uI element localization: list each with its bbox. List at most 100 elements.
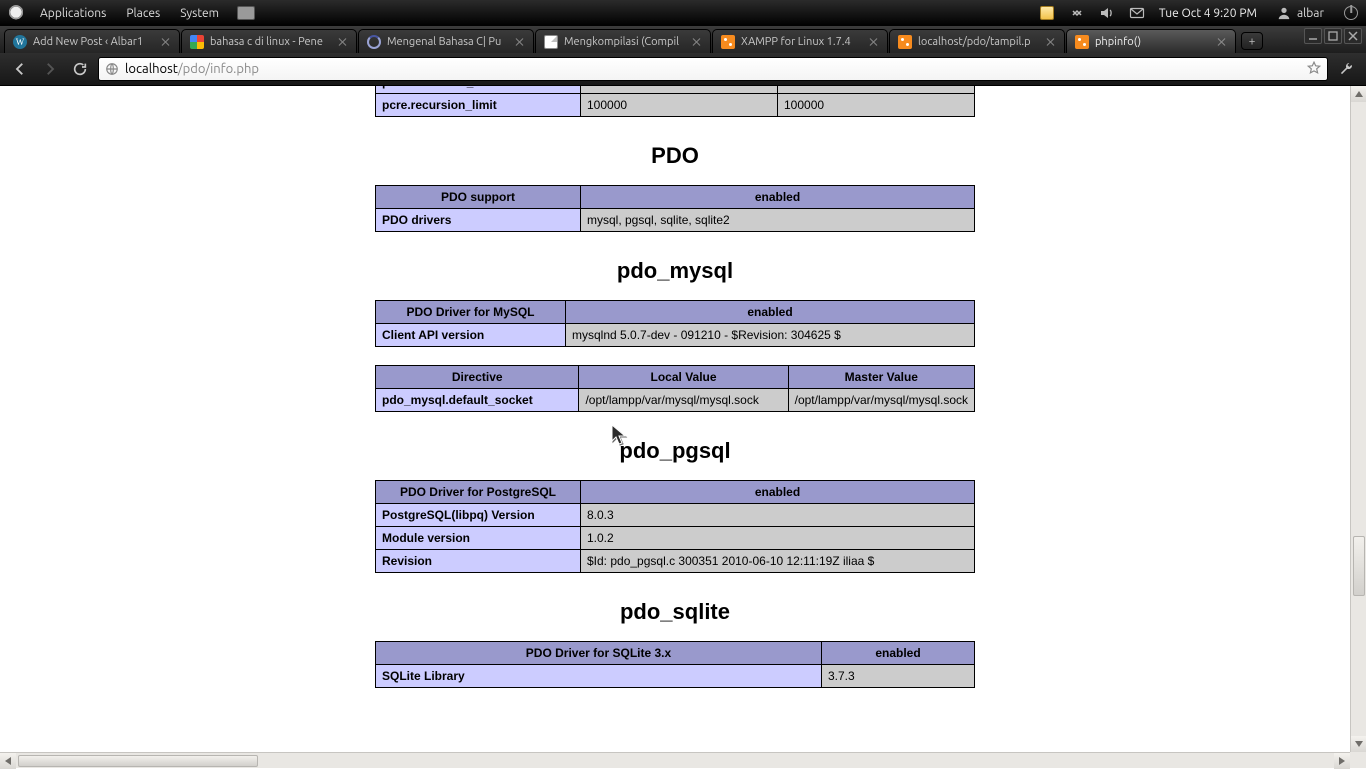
tab-2[interactable]: bahasa c di linux - Pene (181, 29, 357, 53)
close-icon[interactable] (692, 37, 702, 47)
table-header-row: PDO Driver for SQLite 3.x enabled (376, 642, 975, 665)
tab-title: bahasa c di linux - Pene (210, 36, 332, 48)
col-header: Master Value (788, 366, 974, 389)
table-row: pdo_mysql.default_socket /opt/lampp/var/… (376, 389, 975, 412)
file-manager-tray-icon[interactable] (1039, 5, 1055, 21)
tab-4[interactable]: Mengkompilasi (Compil (535, 29, 711, 53)
directive-local: 100000 (581, 94, 778, 117)
col-header: enabled (581, 481, 975, 504)
cell-value: 1.0.2 (581, 527, 975, 550)
horizontal-scrollbar[interactable] (0, 752, 1350, 768)
bookmark-star-icon[interactable] (1307, 61, 1321, 78)
tab-1[interactable]: W Add New Post ‹ Albar1 (4, 29, 180, 53)
scroll-right-button[interactable] (1334, 753, 1350, 769)
mail-tray-icon[interactable] (1129, 5, 1145, 21)
network-tray-icon[interactable] (1069, 5, 1085, 21)
cell-value: $Id: pdo_pgsql.c 300351 2010-06-10 12:11… (581, 550, 975, 573)
user-indicator[interactable]: albar (1271, 6, 1330, 20)
col-header: enabled (566, 301, 975, 324)
menu-applications[interactable]: Applications (30, 7, 116, 20)
desktop-top-panel: Applications Places System Tue Oct 4 9:2… (0, 0, 1366, 26)
google-icon (190, 35, 204, 49)
table-row: PDO drivers mysql, pgsql, sqlite, sqlite… (376, 209, 975, 232)
pdo-mysql-table: PDO Driver for MySQL enabled Client API … (375, 300, 975, 347)
tab-3[interactable]: Mengenal Bahasa C| Pu (358, 29, 534, 53)
window-controls (1304, 28, 1362, 44)
table-row: pcre.recursion_limit 100000 100000 (376, 94, 975, 117)
pdo-mysql-directives-table: Directive Local Value Master Value pdo_m… (375, 365, 975, 412)
tab-title: phpinfo() (1095, 36, 1211, 48)
directive-local: /opt/lampp/var/mysql/mysql.sock (579, 389, 788, 412)
cell-name: PostgreSQL(libpq) Version (376, 504, 581, 527)
spinner-icon (367, 35, 381, 49)
table-row: SQLite Library 3.7.3 (376, 665, 975, 688)
browser-toolbar: localhost/pdo/info.php (0, 53, 1366, 86)
cell-value: mysql, pgsql, sqlite, sqlite2 (581, 209, 975, 232)
close-icon[interactable] (1046, 37, 1056, 47)
scrollbar-corner (1350, 752, 1366, 768)
window-close-button[interactable] (1344, 28, 1362, 44)
pdo-pgsql-table: PDO Driver for PostgreSQL enabled Postgr… (375, 480, 975, 573)
table-row: pcre.backtrack_limit 100000 100000 (376, 86, 975, 94)
cell-name: SQLite Library (376, 665, 822, 688)
scroll-down-button[interactable] (1351, 736, 1366, 752)
vertical-scroll-thumb[interactable] (1353, 536, 1365, 596)
back-button[interactable] (8, 57, 32, 81)
cell-name: PDO drivers (376, 209, 581, 232)
tab-title: localhost/pdo/tampil.p (918, 36, 1040, 48)
close-icon[interactable] (161, 37, 171, 47)
cell-name: Client API version (376, 324, 566, 347)
close-icon[interactable] (515, 37, 525, 47)
volume-tray-icon[interactable] (1099, 5, 1115, 21)
window-maximize-button[interactable] (1324, 28, 1342, 44)
menu-system[interactable]: System (170, 7, 229, 20)
close-icon[interactable] (1217, 37, 1227, 47)
section-heading-pdo-sqlite: pdo_sqlite (620, 599, 730, 625)
window-minimize-button[interactable] (1304, 28, 1322, 44)
url-host: localhost (125, 62, 178, 76)
table-header-row: PDO support enabled (376, 186, 975, 209)
tab-6[interactable]: localhost/pdo/tampil.p (889, 29, 1065, 53)
horizontal-scroll-thumb[interactable] (18, 755, 258, 767)
directive-name: pdo_mysql.default_socket (376, 389, 579, 412)
cell-name: Module version (376, 527, 581, 550)
col-header: Local Value (579, 366, 788, 389)
scroll-left-button[interactable] (0, 753, 16, 769)
clock[interactable]: Tue Oct 4 9:20 PM (1159, 7, 1257, 20)
col-header: PDO Driver for SQLite 3.x (376, 642, 822, 665)
scroll-up-button[interactable] (1351, 86, 1366, 102)
pdo-sqlite-table: PDO Driver for SQLite 3.x enabled SQLite… (375, 641, 975, 688)
power-icon[interactable] (1344, 6, 1358, 20)
tab-title: Mengenal Bahasa C| Pu (387, 36, 509, 48)
directive-name: pcre.recursion_limit (376, 94, 581, 117)
tab-5[interactable]: XAMPP for Linux 1.7.4 (712, 29, 888, 53)
directive-master: 100000 (778, 86, 975, 94)
wordpress-icon: W (13, 35, 27, 49)
table-row: Client API version mysqlnd 5.0.7-dev - 0… (376, 324, 975, 347)
distro-logo-icon (8, 5, 24, 21)
section-heading-pdo-pgsql: pdo_pgsql (619, 438, 730, 464)
col-header: enabled (822, 642, 975, 665)
tab-title: Mengkompilasi (Compil (564, 36, 686, 48)
directive-master: /opt/lampp/var/mysql/mysql.sock (788, 389, 974, 412)
vertical-scrollbar[interactable] (1350, 86, 1366, 752)
tab-7-active[interactable]: phpinfo() (1066, 29, 1236, 53)
wrench-menu-button[interactable] (1334, 57, 1358, 81)
reload-button[interactable] (68, 57, 92, 81)
directive-master: 100000 (778, 94, 975, 117)
page-icon (544, 35, 558, 49)
forward-button[interactable] (38, 57, 62, 81)
page-content: pcre.backtrack_limit 100000 100000 pcre.… (0, 86, 1350, 752)
col-header: Directive (376, 366, 579, 389)
close-icon[interactable] (338, 37, 348, 47)
xampp-icon (721, 35, 735, 49)
username-label: albar (1297, 7, 1324, 20)
new-tab-button[interactable]: + (1241, 32, 1263, 50)
address-bar[interactable]: localhost/pdo/info.php (98, 57, 1328, 81)
col-header: PDO support (376, 186, 581, 209)
close-icon[interactable] (869, 37, 879, 47)
panel-launcher-icon[interactable] (237, 6, 255, 20)
pdo-table: PDO support enabled PDO drivers mysql, p… (375, 185, 975, 232)
cell-value: 3.7.3 (822, 665, 975, 688)
menu-places[interactable]: Places (116, 7, 170, 20)
